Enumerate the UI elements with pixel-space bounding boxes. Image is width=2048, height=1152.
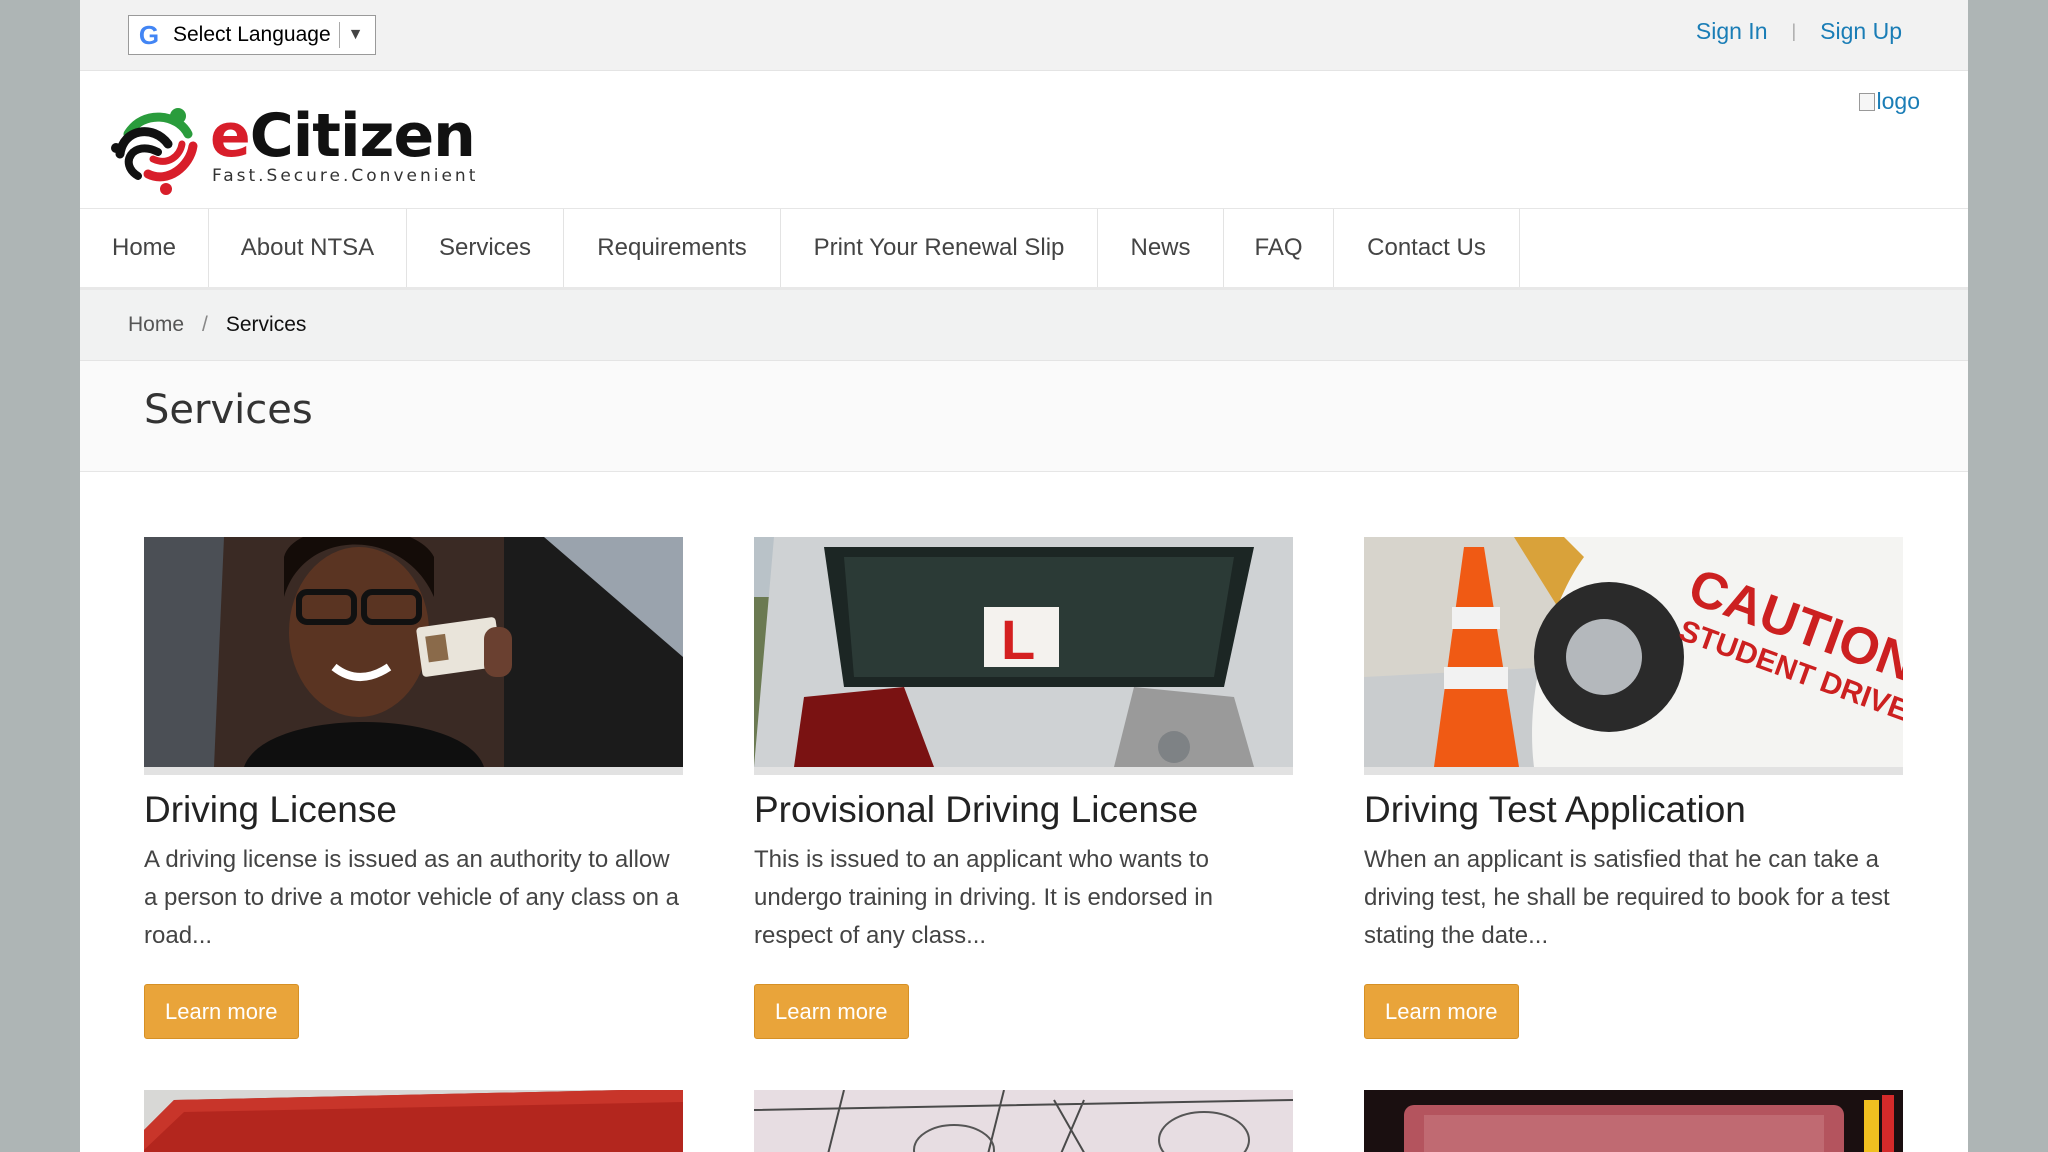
provisional-license-image: L [754, 537, 1293, 775]
card-description: A driving license is issued as an author… [144, 846, 679, 949]
card-title: Driving License [144, 789, 397, 830]
auth-links: Sign In | Sign Up [1696, 18, 1902, 45]
language-select-label: Select Language [173, 23, 331, 46]
driving-test-image: CAUTION STUDENT DRIVER [1364, 537, 1903, 775]
top-bar: G Select Language ▼ Sign In | Sign Up [80, 0, 1968, 71]
service-card-driving-license: Driving License A driving license is iss… [144, 537, 683, 1039]
nav-item-label: Home [111, 234, 177, 261]
card-title: Driving Test Application [1364, 789, 1746, 830]
language-select[interactable]: G Select Language ▼ [128, 15, 376, 55]
brand-name: eCitizen [210, 104, 478, 168]
brand-name-rest: Citizen [249, 101, 476, 171]
ecitizen-emblem-icon [111, 108, 198, 195]
sign-in-link[interactable]: Sign In [1696, 18, 1768, 45]
learn-more-button[interactable]: Learn more [754, 984, 909, 1039]
card-title: Provisional Driving License [754, 789, 1199, 830]
service-card-driving-test-application: CAUTION STUDENT DRIVER Driving Test Appl… [1364, 537, 1903, 1039]
partner-logo-image[interactable]: logo [1858, 88, 1920, 115]
sign-up-link[interactable]: Sign Up [1820, 18, 1902, 45]
broken-image-icon [1858, 92, 1875, 111]
nav-item-label: Services [438, 234, 532, 261]
nav-item-news[interactable]: News [1098, 209, 1224, 287]
driving-license-image [144, 537, 683, 775]
learn-more-button[interactable]: Learn more [1364, 984, 1519, 1039]
breadcrumb-home-link[interactable]: Home [128, 313, 184, 337]
ecitizen-logo[interactable]: eCitizen Fast.Secure.Convenient [108, 104, 478, 196]
nav-item-label: Print Your Renewal Slip [813, 234, 1065, 261]
brand-name-e: e [210, 101, 251, 171]
l-plate-letter: L [1001, 608, 1035, 671]
nav-item-contact-us[interactable]: Contact Us [1334, 209, 1520, 287]
learn-more-button[interactable]: Learn more [144, 984, 299, 1039]
nav-item-label: News [1130, 234, 1191, 261]
main-nav: Home About NTSA Services Requirements Pr… [80, 209, 1968, 290]
nav-item-label: About NTSA [240, 234, 375, 261]
nav-item-home[interactable]: Home [80, 209, 209, 287]
nav-item-about-ntsa[interactable]: About NTSA [209, 209, 407, 287]
breadcrumb: Home / Services [80, 290, 1968, 361]
page-title: Services [144, 387, 313, 433]
nav-item-faq[interactable]: FAQ [1224, 209, 1334, 287]
page-container: G Select Language ▼ Sign In | Sign Up eC… [80, 0, 1968, 1152]
nav-item-label: Requirements [597, 234, 747, 261]
nav-item-requirements[interactable]: Requirements [564, 209, 781, 287]
partner-logo-alt: logo [1876, 88, 1920, 114]
nav-item-label: Contact Us [1367, 234, 1486, 261]
google-icon: G [138, 19, 160, 50]
brand-tagline: Fast.Secure.Convenient [212, 166, 479, 186]
language-select-divider [338, 22, 340, 48]
nav-item-services[interactable]: Services [407, 209, 564, 287]
page-title-band: Services [80, 361, 1968, 472]
auth-separator: | [1791, 21, 1797, 41]
nav-item-print-renewal-slip[interactable]: Print Your Renewal Slip [781, 209, 1098, 287]
breadcrumb-current: Services [225, 313, 307, 336]
card-description: This is issued to an applicant who wants… [754, 846, 1213, 949]
dropdown-arrow-icon: ▼ [347, 26, 364, 43]
site-header: eCitizen Fast.Secure.Convenient logo [80, 71, 1968, 209]
service-card-thumbnail [1364, 1090, 1903, 1152]
service-card-thumbnail [754, 1090, 1293, 1152]
service-card-provisional-driving-license: L Provisional Driving License This is is… [754, 537, 1293, 1039]
nav-item-label: FAQ [1254, 234, 1303, 261]
card-description: When an applicant is satisfied that he c… [1364, 846, 1890, 949]
breadcrumb-separator: / [202, 313, 208, 336]
service-card-thumbnail [144, 1090, 683, 1152]
